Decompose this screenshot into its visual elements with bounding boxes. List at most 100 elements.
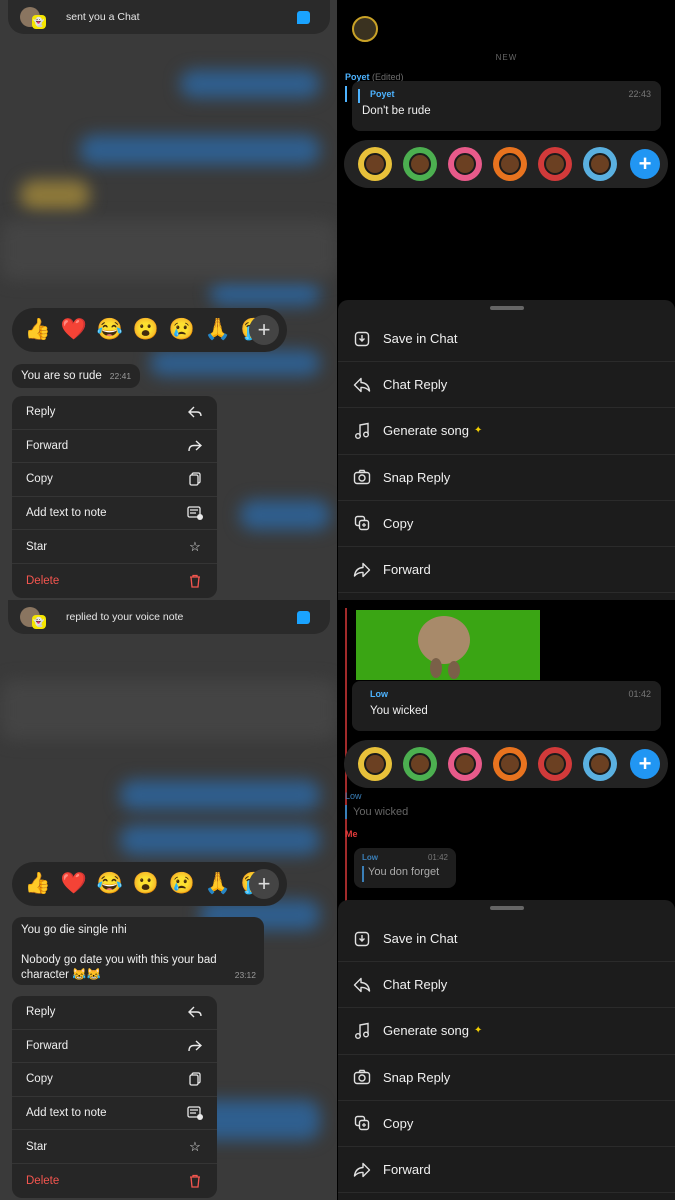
- quote-bar: [345, 805, 347, 819]
- bitmoji-reaction-6[interactable]: [583, 747, 617, 781]
- sheet-item-generate-song[interactable]: Generate song ✦: [338, 408, 675, 455]
- bitmoji-reaction-fire[interactable]: [493, 747, 527, 781]
- quoted-text: You wicked: [353, 806, 409, 818]
- reaction-wow[interactable]: 😮: [128, 308, 164, 352]
- bitmoji-reaction-6[interactable]: [583, 147, 617, 181]
- menu-item-label: Add text to note: [26, 507, 107, 520]
- menu-item-reply[interactable]: Reply: [12, 396, 217, 430]
- reaction-sad[interactable]: 😢: [164, 862, 200, 906]
- reaction-wow[interactable]: 😮: [128, 862, 164, 906]
- reaction-laugh[interactable]: 😂: [92, 308, 128, 352]
- sheet-item-forward[interactable]: Forward: [338, 547, 675, 594]
- forward-icon: [187, 438, 203, 454]
- notification-banner[interactable]: 👻 sent you a Chat: [8, 0, 330, 34]
- reaction-pray[interactable]: 🙏: [200, 862, 236, 906]
- chat-bubble-icon: [297, 610, 310, 624]
- menu-item-label: Reply: [26, 406, 56, 419]
- snapchat-icon: 👻: [32, 15, 46, 29]
- sheet-item-save-in-chat[interactable]: Save in Chat: [338, 916, 675, 963]
- menu-item-label: Copy: [26, 1073, 53, 1086]
- menu-item-delete[interactable]: Delete: [12, 564, 217, 598]
- message-bubble[interactable]: You go die single nhi Nobody go date you…: [12, 917, 264, 985]
- menu-item-label: Star: [26, 540, 48, 553]
- whatsapp-panel-bottom: 👻 replied to your voice note 👍 ❤️ 😂 😮 😢 …: [0, 600, 337, 1200]
- bitmoji-reaction-thumbs-up[interactable]: [403, 747, 437, 781]
- sheet-item-generate-song[interactable]: Generate song ✦: [338, 1008, 675, 1055]
- bitmoji-reaction-thumbs-down[interactable]: [538, 747, 572, 781]
- bitmoji-reaction-thumbs-up[interactable]: [403, 147, 437, 181]
- notification-text: replied to your voice note: [66, 611, 184, 623]
- reaction-laugh[interactable]: 😂: [92, 862, 128, 906]
- reaction-pray[interactable]: 🙏: [200, 308, 236, 352]
- message-context-menu: Reply Forward Copy Add text to note Star: [12, 996, 217, 1198]
- avatar: 👻: [20, 607, 46, 629]
- bitmoji-reaction-1[interactable]: [358, 147, 392, 181]
- menu-item-forward[interactable]: Forward: [12, 1030, 217, 1064]
- reaction-heart[interactable]: ❤️: [56, 308, 92, 352]
- message-line-2: Nobody go date you with this your bad: [21, 954, 217, 966]
- forward-icon: [187, 1038, 203, 1054]
- sheet-item-snap-reply[interactable]: Snap Reply: [338, 1055, 675, 1101]
- action-sheet: Save in Chat Chat Reply Generate song ✦ …: [338, 900, 675, 1200]
- menu-item-delete[interactable]: Delete: [12, 1164, 217, 1198]
- sheet-item-label: Snap Reply: [383, 1069, 451, 1085]
- music-icon: [352, 1021, 372, 1041]
- menu-item-copy[interactable]: Copy: [12, 1063, 217, 1097]
- sticker-image[interactable]: [356, 610, 540, 680]
- new-divider: NEW: [495, 53, 518, 62]
- menu-item-star[interactable]: Star ☆: [12, 530, 217, 564]
- add-reaction-button[interactable]: +: [630, 149, 660, 179]
- add-reaction-button[interactable]: +: [630, 749, 660, 779]
- reaction-heart[interactable]: ❤️: [56, 862, 92, 906]
- avatar[interactable]: [352, 16, 378, 42]
- avatar: 👻: [20, 7, 46, 29]
- message-time: 23:12: [234, 970, 256, 980]
- reply-card-text: You don forget: [368, 866, 440, 878]
- sheet-item-copy[interactable]: Copy: [338, 1101, 675, 1147]
- menu-item-label: Delete: [26, 1174, 60, 1187]
- more-reactions-button[interactable]: +: [249, 869, 279, 899]
- reply-icon: [187, 1004, 203, 1020]
- reaction-sad[interactable]: 😢: [164, 308, 200, 352]
- save-icon: [352, 329, 372, 349]
- sheet-item-chat-reply[interactable]: Chat Reply: [338, 962, 675, 1009]
- reaction-thumbs-up[interactable]: 👍: [20, 862, 56, 906]
- copy-icon: [352, 513, 372, 533]
- sheet-item-save-in-chat[interactable]: Save in Chat: [338, 316, 675, 363]
- sheet-item-label: Generate song: [383, 1023, 470, 1039]
- reaction-thumbs-up[interactable]: 👍: [20, 308, 56, 352]
- quote-bar: [358, 89, 360, 103]
- menu-item-reply[interactable]: Reply: [12, 996, 217, 1030]
- bitmoji-reaction-heart[interactable]: [448, 747, 482, 781]
- message-card[interactable]: Poyet 22:43 Don't be rude: [352, 81, 661, 131]
- more-reactions-button[interactable]: +: [249, 315, 279, 345]
- message-bubble[interactable]: You are so rude 22:41: [12, 364, 141, 388]
- sheet-item-label: Snap Reply: [383, 469, 451, 485]
- card-time: 22:43: [628, 89, 651, 99]
- notification-banner[interactable]: 👻 replied to your voice note: [8, 600, 330, 634]
- menu-item-label: Delete: [26, 574, 60, 587]
- sheet-item-label: Save in Chat: [383, 331, 458, 347]
- sheet-item-snap-reply[interactable]: Snap Reply: [338, 455, 675, 501]
- menu-item-star[interactable]: Star ☆: [12, 1130, 217, 1164]
- camera-icon: [352, 1067, 372, 1087]
- bitmoji-reaction-fire[interactable]: [493, 147, 527, 181]
- sheet-item-chat-reply[interactable]: Chat Reply: [338, 362, 675, 409]
- menu-item-add-note[interactable]: Add text to note: [12, 1097, 217, 1131]
- message-card[interactable]: Low 01:42 You wicked: [352, 681, 661, 731]
- bitmoji-reaction-thumbs-down[interactable]: [538, 147, 572, 181]
- menu-item-forward[interactable]: Forward: [12, 430, 217, 464]
- note-icon: [187, 505, 203, 521]
- snapchat-panel-top: NEW Poyet (Edited) Poyet 22:43 Don't be …: [338, 0, 675, 600]
- quoted-sender: Low: [345, 791, 362, 801]
- sheet-item-copy[interactable]: Copy: [338, 501, 675, 547]
- reply-card[interactable]: Low 01:42 You don forget: [354, 848, 456, 888]
- sheet-item-forward[interactable]: Forward: [338, 1147, 675, 1194]
- trash-icon: [187, 573, 203, 589]
- copy-icon: [187, 1071, 203, 1087]
- menu-item-add-note[interactable]: Add text to note: [12, 497, 217, 531]
- bitmoji-reaction-1[interactable]: [358, 747, 392, 781]
- bitmoji-reaction-heart[interactable]: [448, 147, 482, 181]
- card-sender: Poyet: [370, 89, 395, 99]
- menu-item-copy[interactable]: Copy: [12, 463, 217, 497]
